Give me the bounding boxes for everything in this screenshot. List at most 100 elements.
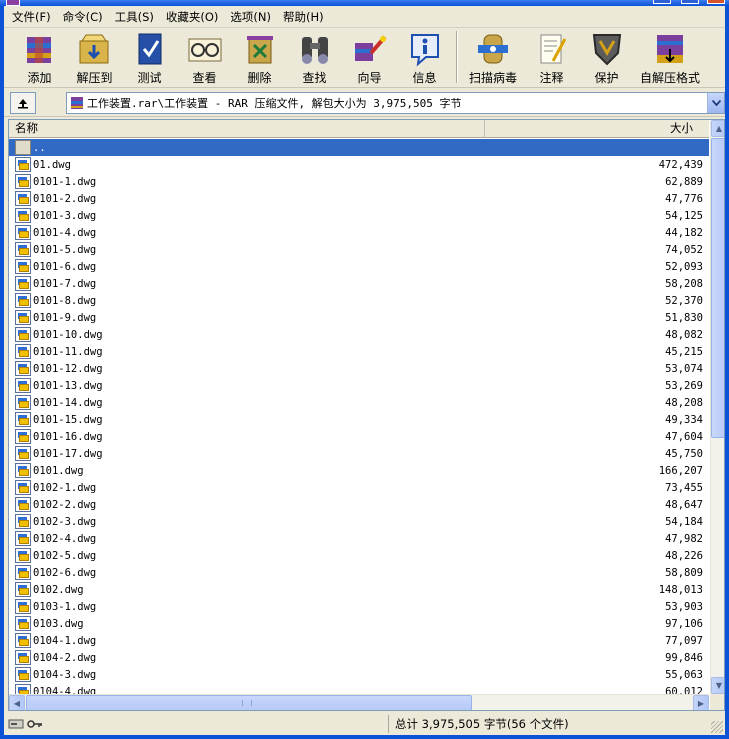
table-row[interactable]: 0101-15.dwg 49,334 [9,411,709,428]
delete-button[interactable]: 删除 [232,28,287,86]
table-row[interactable]: 0101-2.dwg 47,776 [9,190,709,207]
table-row[interactable]: 0101.dwg 166,207 [9,462,709,479]
table-row[interactable]: 0101-1.dwg 62,889 [9,173,709,190]
file-name: 0101-2.dwg [33,192,97,205]
table-row[interactable]: 0102-2.dwg 48,647 [9,496,709,513]
table-row[interactable]: 0104-1.dwg 77,097 [9,632,709,649]
dwg-file-icon [15,582,31,597]
table-row[interactable]: 0104-2.dwg 99,846 [9,649,709,666]
table-row[interactable]: 0101-17.dwg 45,750 [9,445,709,462]
table-row[interactable]: 0103-1.dwg 53,903 [9,598,709,615]
file-size: 48,208 [665,396,703,409]
file-size: 48,082 [665,328,703,341]
table-row[interactable]: 0102-5.dwg 48,226 [9,547,709,564]
file-name: .. [33,141,46,154]
file-name: 0101-15.dwg [33,413,103,426]
column-header-name[interactable]: 名称 [9,120,485,138]
table-row[interactable]: 0101-10.dwg 48,082 [9,326,709,343]
table-row[interactable]: 0101-16.dwg 47,604 [9,428,709,445]
minimize-button[interactable] [653,0,671,4]
parent-folder-row[interactable]: .. [9,139,709,156]
dwg-file-icon [15,412,31,427]
table-row[interactable]: 0101-7.dwg 58,208 [9,275,709,292]
up-folder-button[interactable] [10,91,36,114]
file-name: 0104-2.dwg [33,651,97,664]
key-icon[interactable] [27,718,43,730]
horizontal-scrollbar[interactable]: ◀ ▶ [9,694,709,710]
table-row[interactable]: 0101-3.dwg 54,125 [9,207,709,224]
sfx-button[interactable]: 自解压格式 [634,28,706,86]
file-size: 148,013 [658,583,703,596]
scroll-down-button[interactable]: ▼ [711,677,724,694]
dwg-file-icon [15,276,31,291]
file-size: 55,063 [665,668,703,681]
table-row[interactable]: 0101-8.dwg 52,370 [9,292,709,309]
vertical-scrollbar[interactable]: ▲ ▼ [710,120,724,694]
file-name: 0101-10.dwg [33,328,103,341]
table-row[interactable]: 0101-13.dwg 53,269 [9,377,709,394]
view-button[interactable]: 查看 [177,28,232,86]
vertical-scroll-thumb[interactable] [711,138,724,438]
file-size: 51,830 [665,311,703,324]
test-button[interactable]: 测试 [122,28,177,86]
menu-favorites[interactable]: 收藏夹(O) [160,8,225,26]
address-field[interactable]: 工作装置.rar\工作装置 - RAR 压缩文件, 解包大小为 3,975,50… [65,91,725,114]
table-row[interactable]: 0101-11.dwg 45,215 [9,343,709,360]
table-row[interactable]: 0102-4.dwg 47,982 [9,530,709,547]
menu-tools[interactable]: 工具(S) [109,8,160,26]
maximize-button[interactable] [681,0,699,4]
file-size: 99,846 [665,651,703,664]
extract-to-button[interactable]: 解压到 [67,28,122,86]
add-button[interactable]: 添加 [12,28,67,86]
table-row[interactable]: 0102-1.dwg 73,455 [9,479,709,496]
menu-file[interactable]: 文件(F) [6,8,57,26]
menu-commands[interactable]: 命令(C) [57,8,109,26]
resize-grip[interactable] [711,721,723,733]
table-row[interactable]: 0101-14.dwg 48,208 [9,394,709,411]
table-row[interactable]: 0101-4.dwg 44,182 [9,224,709,241]
dwg-file-icon [15,463,31,478]
table-row[interactable]: 01.dwg 472,439 [9,156,709,173]
drive-icon[interactable] [8,718,24,730]
address-dropdown-button[interactable] [707,92,724,113]
table-row[interactable]: 0101-5.dwg 74,052 [9,241,709,258]
menu-options[interactable]: 选项(N) [224,8,277,26]
winrar-window: 文件(F) 命令(C) 工具(S) 收藏夹(O) 选项(N) 帮助(H) 添加 … [0,0,729,739]
table-row[interactable]: 0101-9.dwg 51,830 [9,309,709,326]
file-size: 97,106 [665,617,703,630]
toolbar: 添加 解压到 测试 查看 删除 查找 向导 信息 扫描病毒 注释 保护 自解压格… [4,28,725,88]
table-row[interactable]: 0102-6.dwg 58,809 [9,564,709,581]
horizontal-scroll-thumb[interactable] [26,695,472,710]
dwg-file-icon [15,174,31,189]
table-row[interactable]: 0101-12.dwg 53,074 [9,360,709,377]
info-button[interactable]: 信息 [397,28,452,86]
file-list: 名称 大小 .. 01.dwg 472,439 0101-1.dwg 62,889 01… [8,119,725,711]
menu-help[interactable]: 帮助(H) [277,8,330,26]
file-name: 0101-17.dwg [33,447,103,460]
table-row[interactable]: 0102.dwg 148,013 [9,581,709,598]
scroll-up-button[interactable]: ▲ [711,120,724,137]
dwg-file-icon [15,293,31,308]
delete-icon [241,31,279,67]
dwg-file-icon [15,208,31,223]
virus-scan-button[interactable]: 扫描病毒 [462,28,524,86]
dwg-file-icon [15,378,31,393]
scroll-left-button[interactable]: ◀ [9,695,25,710]
file-name: 0101-9.dwg [33,311,97,324]
table-row[interactable]: 0101-6.dwg 52,093 [9,258,709,275]
file-name: 0101-6.dwg [33,260,97,273]
comment-button[interactable]: 注释 [524,28,579,86]
table-row[interactable]: 0103.dwg 97,106 [9,615,709,632]
view-icon [186,31,224,67]
table-row[interactable]: 0102-3.dwg 54,184 [9,513,709,530]
dwg-file-icon [15,667,31,682]
wizard-button[interactable]: 向导 [342,28,397,86]
find-button[interactable]: 查找 [287,28,342,86]
close-button[interactable] [707,0,725,4]
column-header-size[interactable]: 大小 [485,120,709,138]
scroll-right-button[interactable]: ▶ [693,695,709,710]
dwg-file-icon [15,548,31,563]
up-arrow-icon [17,98,28,108]
protect-button[interactable]: 保护 [579,28,634,86]
table-row[interactable]: 0104-3.dwg 55,063 [9,666,709,683]
